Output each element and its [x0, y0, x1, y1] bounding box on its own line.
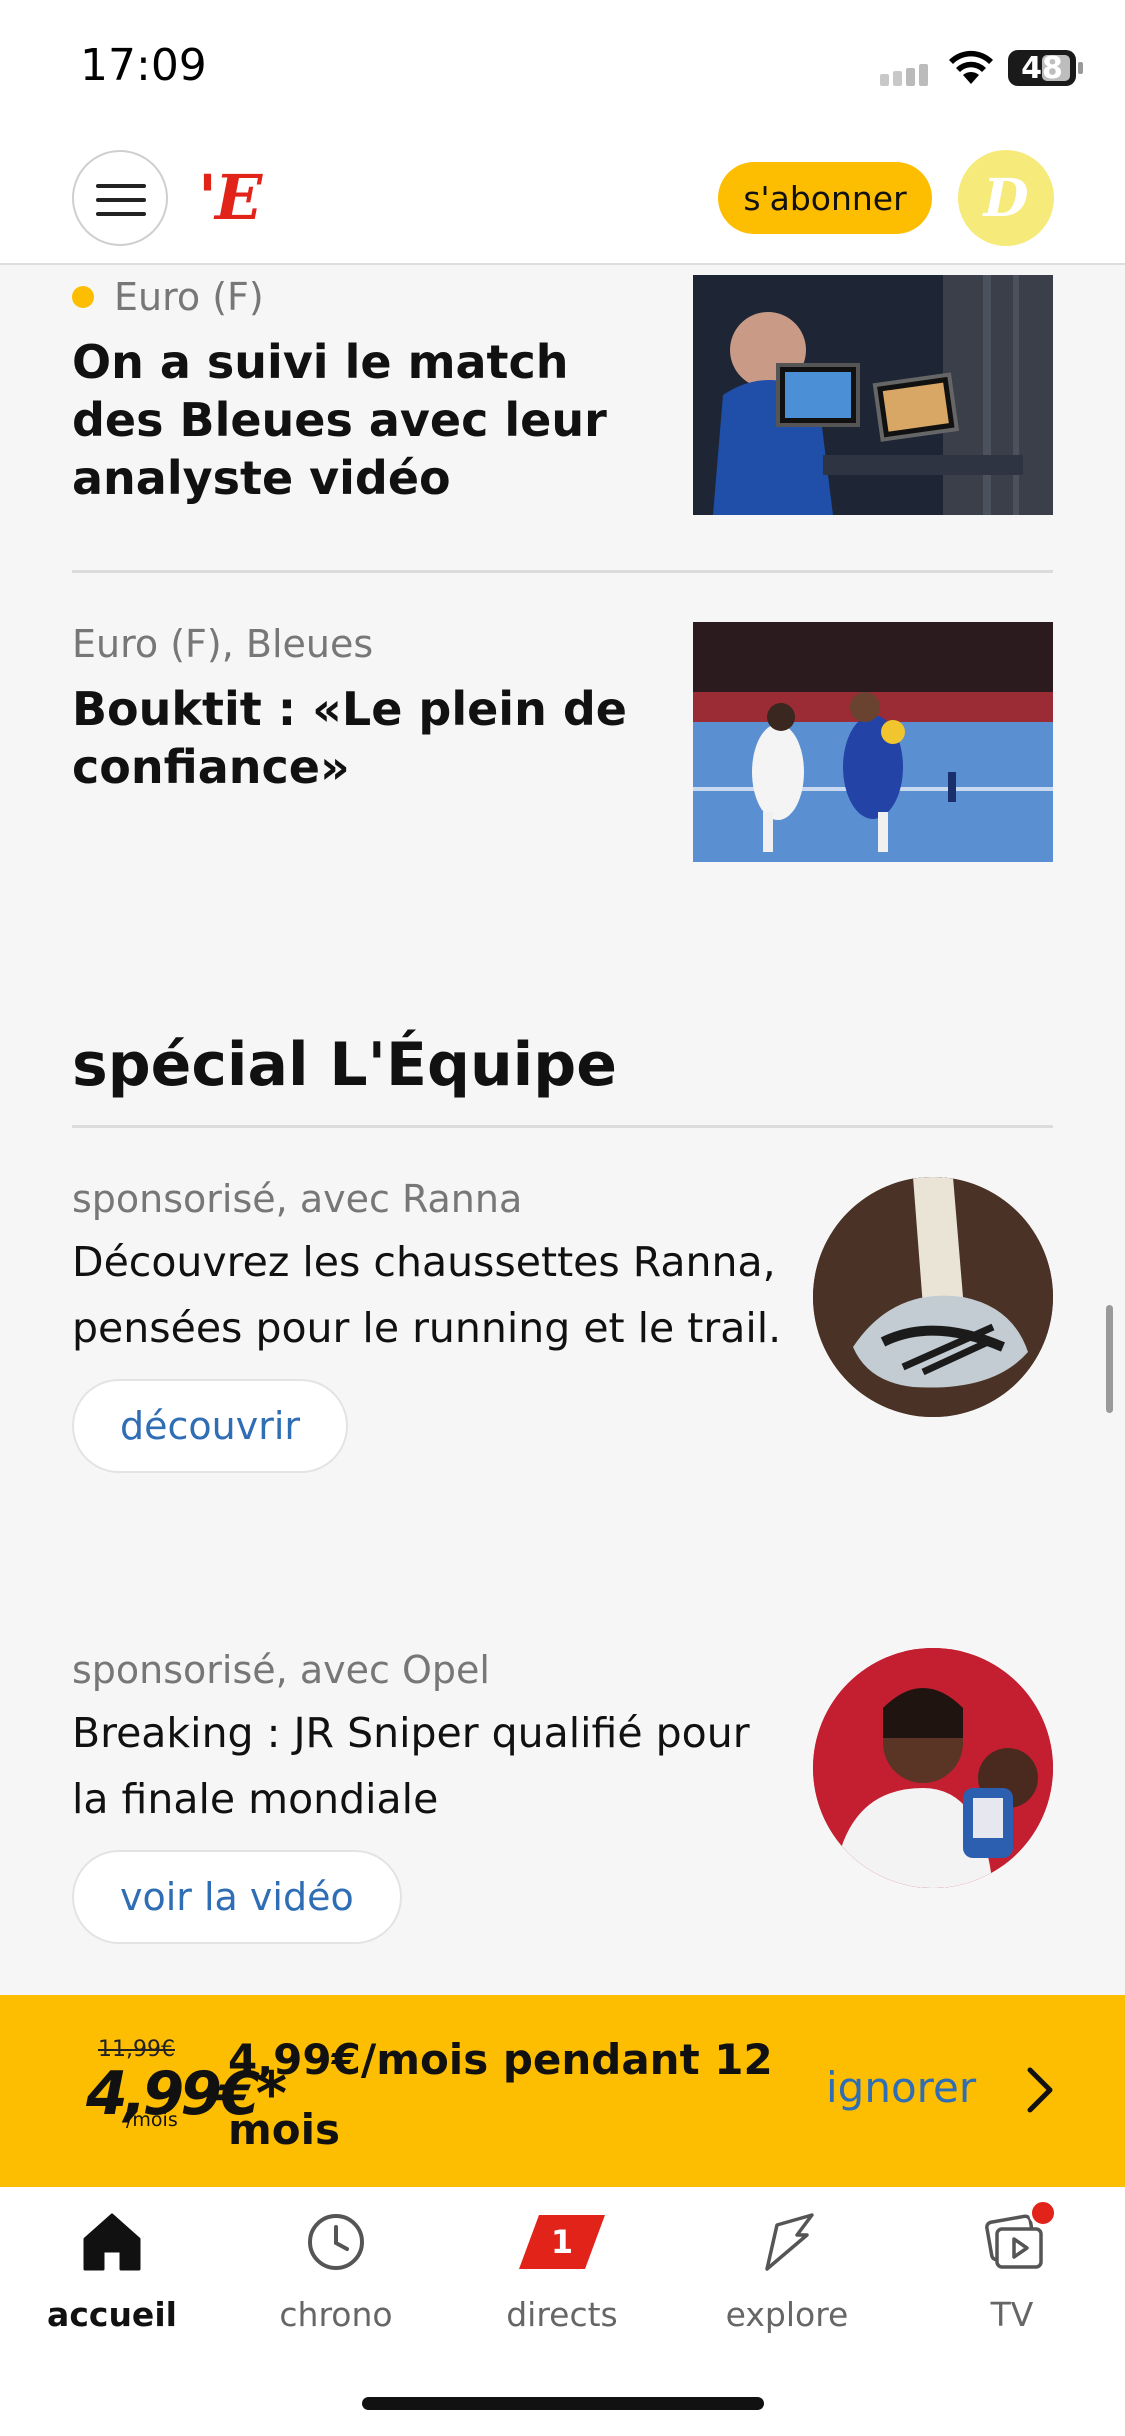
lequipe-logo[interactable]: 'E — [198, 161, 262, 234]
sponsored-image[interactable] — [813, 1648, 1053, 1888]
nav-label: TV — [990, 2295, 1034, 2334]
article-title[interactable]: Bouktit : «Le plein de confiance» — [72, 680, 662, 796]
sponsored-image[interactable] — [813, 1177, 1053, 1417]
clock-icon — [308, 2214, 364, 2270]
battery-icon: 48 — [1008, 50, 1076, 86]
cellular-signal-icon — [880, 64, 930, 86]
article-title[interactable]: On a suivi le match des Bleues avec leur… — [72, 333, 662, 507]
sponsored-text[interactable]: Breaking : JR Sniper qualifié pour la fi… — [72, 1700, 792, 1832]
article-thumbnail[interactable] — [693, 275, 1053, 515]
nav-directs[interactable]: 1 directs — [472, 2207, 652, 2347]
article-thumbnail[interactable] — [693, 622, 1053, 862]
tv-play-icon — [977, 2199, 1057, 2277]
status-bar: 17:09 48 — [0, 0, 1125, 135]
sponsored-card[interactable]: sponsorisé, avec Opel Breaking : JR Snip… — [72, 1648, 1053, 1944]
nav-label: explore — [725, 2295, 849, 2334]
live-dot-icon — [72, 286, 94, 308]
battery-level: 48 — [1021, 50, 1063, 86]
nav-explore[interactable]: explore — [697, 2207, 877, 2347]
article-card[interactable]: Euro (F), Bleues Bouktit : «Le plein de … — [72, 622, 1053, 862]
status-time: 17:09 — [80, 40, 207, 91]
section-title: spécial L'Équipe — [72, 1030, 617, 1100]
user-avatar[interactable]: D — [958, 150, 1054, 246]
nav-chrono[interactable]: chrono — [246, 2207, 426, 2347]
nav-label: chrono — [279, 2295, 393, 2334]
bottom-nav: accueil chrono 1 directs explore TV — [0, 2187, 1125, 2436]
live-count: 1 — [550, 2223, 574, 2261]
price-period: /mois — [126, 2109, 178, 2131]
price-badge: 11,99€ 4,99€* /mois — [86, 2037, 287, 2147]
subscribe-button[interactable]: s'abonner — [718, 162, 932, 234]
scrollbar[interactable] — [1106, 1305, 1113, 1413]
section-divider — [72, 1125, 1053, 1128]
live-badge-icon: 1 — [517, 2207, 607, 2277]
article-category: Euro (F), Bleues — [72, 622, 374, 666]
promo-text[interactable]: 4,99€/mois pendant 12 mois — [228, 2025, 788, 2165]
nav-accueil[interactable]: accueil — [22, 2207, 202, 2347]
article-card[interactable]: Euro (F) On a suivi le match des Bleues … — [72, 275, 1053, 515]
sponsored-text[interactable]: Découvrez les chaussettes Ranna, pensées… — [72, 1229, 792, 1361]
app-header: 'E s'abonner D — [0, 135, 1125, 265]
ignore-button[interactable]: ignorer — [826, 2063, 976, 2112]
battery-tip — [1078, 62, 1083, 74]
divider — [72, 570, 1053, 573]
nav-tv[interactable]: TV — [922, 2199, 1102, 2347]
promo-banner[interactable]: 11,99€ 4,99€* /mois 4,99€/mois pendant 1… — [0, 1995, 1125, 2187]
nav-label: directs — [506, 2295, 618, 2334]
article-category: Euro (F) — [114, 275, 264, 319]
chevron-right-icon[interactable] — [1020, 2065, 1060, 2115]
home-indicator[interactable] — [362, 2397, 764, 2410]
sponsored-card[interactable]: sponsorisé, avec Ranna Découvrez les cha… — [72, 1177, 1053, 1473]
discover-button[interactable]: découvrir — [72, 1379, 349, 1473]
home-icon — [83, 2213, 141, 2271]
notification-dot — [1029, 2199, 1057, 2227]
nav-label: accueil — [47, 2295, 177, 2334]
menu-button[interactable] — [72, 150, 168, 246]
wifi-icon — [949, 50, 993, 84]
watch-video-button[interactable]: voir la vidéo — [72, 1850, 402, 1944]
lightning-icon — [765, 2213, 814, 2271]
